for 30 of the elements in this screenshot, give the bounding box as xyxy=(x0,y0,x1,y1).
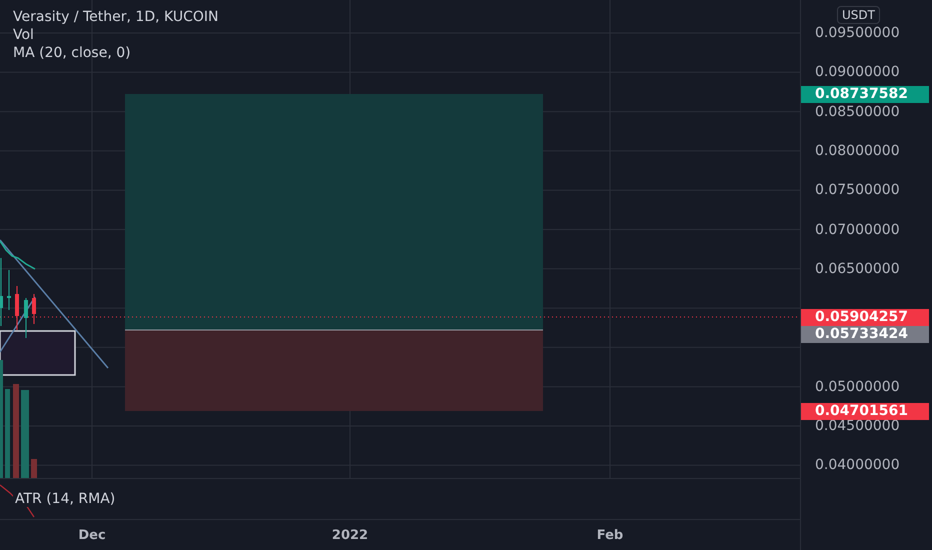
time-label: Feb xyxy=(596,528,624,543)
price-marker: 0.04701561 xyxy=(801,403,929,420)
time-label: Dec xyxy=(78,528,106,543)
price-label: 0.06500000 xyxy=(815,261,900,277)
trend-line[interactable] xyxy=(0,296,36,352)
candle xyxy=(32,294,36,324)
price-label: 0.04000000 xyxy=(815,457,900,473)
price-label: 0.08500000 xyxy=(815,104,900,120)
time-label: 2022 xyxy=(332,528,368,543)
price-label: 0.09000000 xyxy=(815,64,900,80)
indicator-label: MA (20, close, 0) xyxy=(13,44,132,62)
indicator-label: Vol xyxy=(13,26,35,44)
volume-bar xyxy=(31,459,37,478)
currency-button[interactable]: USDT xyxy=(837,6,880,24)
price-label: 0.05000000 xyxy=(815,379,900,395)
price-marker: 0.05904257 xyxy=(801,309,929,326)
price-label: 0.09500000 xyxy=(815,25,900,41)
candle xyxy=(0,258,3,326)
price-marker: 0.05733424 xyxy=(801,326,929,343)
price-marker: 0.08737582 xyxy=(801,86,929,103)
price-label: 0.04500000 xyxy=(815,418,900,434)
moving-average-line xyxy=(0,240,36,270)
price-label: 0.07500000 xyxy=(815,182,900,198)
candle xyxy=(24,298,28,338)
chart-title: Verasity / Tether, 1D, KUCOIN xyxy=(13,8,218,26)
trend-line[interactable] xyxy=(0,240,109,368)
price-label: 0.08000000 xyxy=(815,143,900,159)
candle xyxy=(7,270,11,310)
price-label: 0.07000000 xyxy=(815,222,900,238)
candle xyxy=(15,286,19,330)
